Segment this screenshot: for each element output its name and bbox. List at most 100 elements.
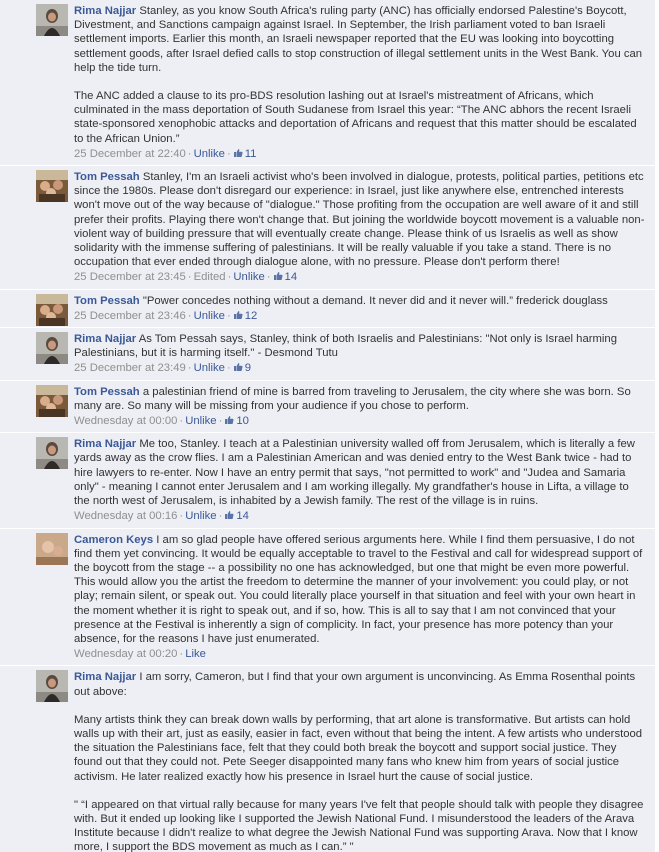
author-name-link[interactable]: Rima Najjar [74,438,136,450]
comment-timestamp[interactable]: 25 December at 23:46 [74,310,186,322]
comment-paragraph: Cameron Keys I am so glad people have of… [74,533,647,647]
meta-separator: · [187,362,192,375]
like-count[interactable]: 14 [273,271,298,284]
like-count-number: 10 [236,415,249,428]
meta-separator: · [187,271,192,284]
avatar-tom[interactable] [36,384,68,417]
comment-paragraph-text: The ANC added a clause to its pro-BDS re… [74,90,640,145]
author-name-link[interactable]: Tom Pessah [74,171,140,183]
avatar-rima[interactable] [36,332,68,365]
comment-paragraph-text: Stanley, I'm an Israeli activist who's b… [74,171,647,269]
comment-item: Rima Najjar I am sorry, Cameron, but I f… [0,666,655,852]
comment-body: Rima Najjar As Tom Pessah says, Stanley,… [74,332,647,376]
meta-separator: · [226,309,231,322]
author-name-link[interactable]: Rima Najjar [74,333,136,345]
comment-paragraph: Many artists think they can break down w… [74,713,647,784]
comment-paragraph: Tom Pessah a palestinian friend of mine … [74,385,647,413]
comment-body: Tom Pessah "Power concedes nothing witho… [74,294,647,323]
thumbs-up-icon [233,310,245,322]
comment-item: Tom Pessah Stanley, I'm an Israeli activ… [0,166,655,290]
like-count[interactable]: 11 [233,147,257,160]
comment-timestamp[interactable]: Wednesday at 00:00 [74,415,177,427]
author-name-link[interactable]: Rima Najjar [74,5,136,17]
comment-body: Cameron Keys I am so glad people have of… [74,533,647,662]
comment-paragraph: The ANC added a clause to its pro-BDS re… [74,89,647,146]
comment-paragraph-text: As Tom Pessah says, Stanley, think of bo… [74,333,621,360]
comment-paragraph: " “I appeared on that virtual rally beca… [74,798,647,852]
like-count-number: 12 [244,309,258,322]
comment-timestamp[interactable]: 25 December at 23:45 [74,271,186,283]
like-button[interactable]: Like [185,648,206,660]
thumbs-up-icon [273,271,285,283]
avatar-rima[interactable] [36,4,68,36]
unlike-button[interactable]: Unlike [233,271,264,283]
avatar-cameron[interactable] [36,532,68,565]
comment-paragraph: Rima Najjar As Tom Pessah says, Stanley,… [74,332,647,360]
like-count-number: 9 [244,362,252,375]
avatar-tom[interactable] [36,293,68,326]
like-count[interactable]: 10 [224,415,249,427]
comment-meta: 25 December at 22:40 · Unlike · 11 [74,147,647,161]
author-name-link[interactable]: Rima Najjar [74,671,136,683]
edited-indicator[interactable]: Edited [194,271,226,283]
comment-paragraph-text: " “I appeared on that virtual rally beca… [74,798,647,852]
like-count[interactable]: 12 [233,309,258,322]
author-name-link[interactable]: Cameron Keys [74,534,153,546]
meta-separator: · [226,362,231,375]
comment-text: Tom Pessah Stanley, I'm an Israeli activ… [74,170,647,269]
comment-paragraph-text: Stanley, as you know South Africa's ruli… [74,5,646,74]
unlike-button[interactable]: Unlike [185,415,216,427]
comment-text: Tom Pessah a palestinian friend of mine … [74,385,647,413]
comment-paragraph-text: "Power concedes nothing without a demand… [142,294,608,307]
avatar-rima[interactable] [36,437,68,470]
comment-text: Rima Najjar Me too, Stanley. I teach at … [74,437,647,508]
comment-meta: 25 December at 23:46 · Unlike · 12 [74,309,647,323]
unlike-button[interactable]: Unlike [194,148,225,160]
comment-item: Tom Pessah "Power concedes nothing witho… [0,289,655,329]
avatar-rima[interactable] [36,670,68,703]
comment-text: Cameron Keys I am so glad people have of… [74,533,647,647]
thumbs-up-icon [224,510,236,522]
comment-paragraph-text: a palestinian friend of mine is barred f… [74,385,634,412]
unlike-button[interactable]: Unlike [185,510,216,522]
comment-paragraph: Tom Pessah "Power concedes nothing witho… [74,294,647,308]
unlike-button[interactable]: Unlike [194,310,225,322]
comment-timestamp[interactable]: Wednesday at 00:16 [74,510,177,522]
comment-timestamp[interactable]: Wednesday at 00:20 [74,648,177,660]
comment-meta: Wednesday at 00:00 · Unlike · 10 [74,414,647,428]
avatar-tom[interactable] [36,170,68,203]
comment-item: Rima Najjar Stanley, as you know South A… [0,0,655,167]
comment-text: Tom Pessah "Power concedes nothing witho… [74,294,647,308]
like-count[interactable]: 9 [233,362,251,374]
comment-meta: Wednesday at 00:16 · Unlike · 14 [74,509,647,523]
comment-text: Rima Najjar I am sorry, Cameron, but I f… [74,670,647,852]
comment-paragraph-text: I am sorry, Cameron, but I find that you… [74,671,639,698]
like-count-number: 14 [284,271,298,284]
comment-body: Rima Najjar Stanley, as you know South A… [74,4,647,161]
comment-timestamp[interactable]: 25 December at 23:49 [74,362,186,374]
like-count-number: 14 [236,510,249,523]
unlike-button[interactable]: Unlike [194,362,225,374]
author-name-link[interactable]: Tom Pessah [74,386,140,398]
comment-meta: 25 December at 23:45 · Edited · Unlike · 14 [74,270,647,284]
comment-body: Rima Najjar I am sorry, Cameron, but I f… [74,670,647,852]
comment-meta: Wednesday at 00:20 · Like [74,647,647,661]
author-name-link[interactable]: Tom Pessah [74,295,140,307]
thumbs-up-icon [224,415,236,427]
comment-paragraph-text: Many artists think they can break down w… [74,713,646,783]
comment-item: Rima Najjar Me too, Stanley. I teach at … [0,433,655,529]
meta-separator: · [226,147,231,160]
meta-separator: · [266,271,271,284]
comment-body: Tom Pessah Stanley, I'm an Israeli activ… [74,170,647,285]
meta-separator: · [187,147,192,160]
like-count-number: 11 [244,147,257,160]
comment-text: Rima Najjar As Tom Pessah says, Stanley,… [74,332,647,360]
comment-paragraph: Rima Najjar I am sorry, Cameron, but I f… [74,670,647,698]
comment-item: Rima Najjar As Tom Pessah says, Stanley,… [0,328,655,381]
comment-body: Tom Pessah a palestinian friend of mine … [74,385,647,429]
comment-paragraph: Rima Najjar Me too, Stanley. I teach at … [74,437,647,508]
comment-thread: Rima Najjar Stanley, as you know South A… [0,0,659,852]
comment-timestamp[interactable]: 25 December at 22:40 [74,148,186,160]
comment-text: Rima Najjar Stanley, as you know South A… [74,4,647,146]
like-count[interactable]: 14 [224,510,249,522]
